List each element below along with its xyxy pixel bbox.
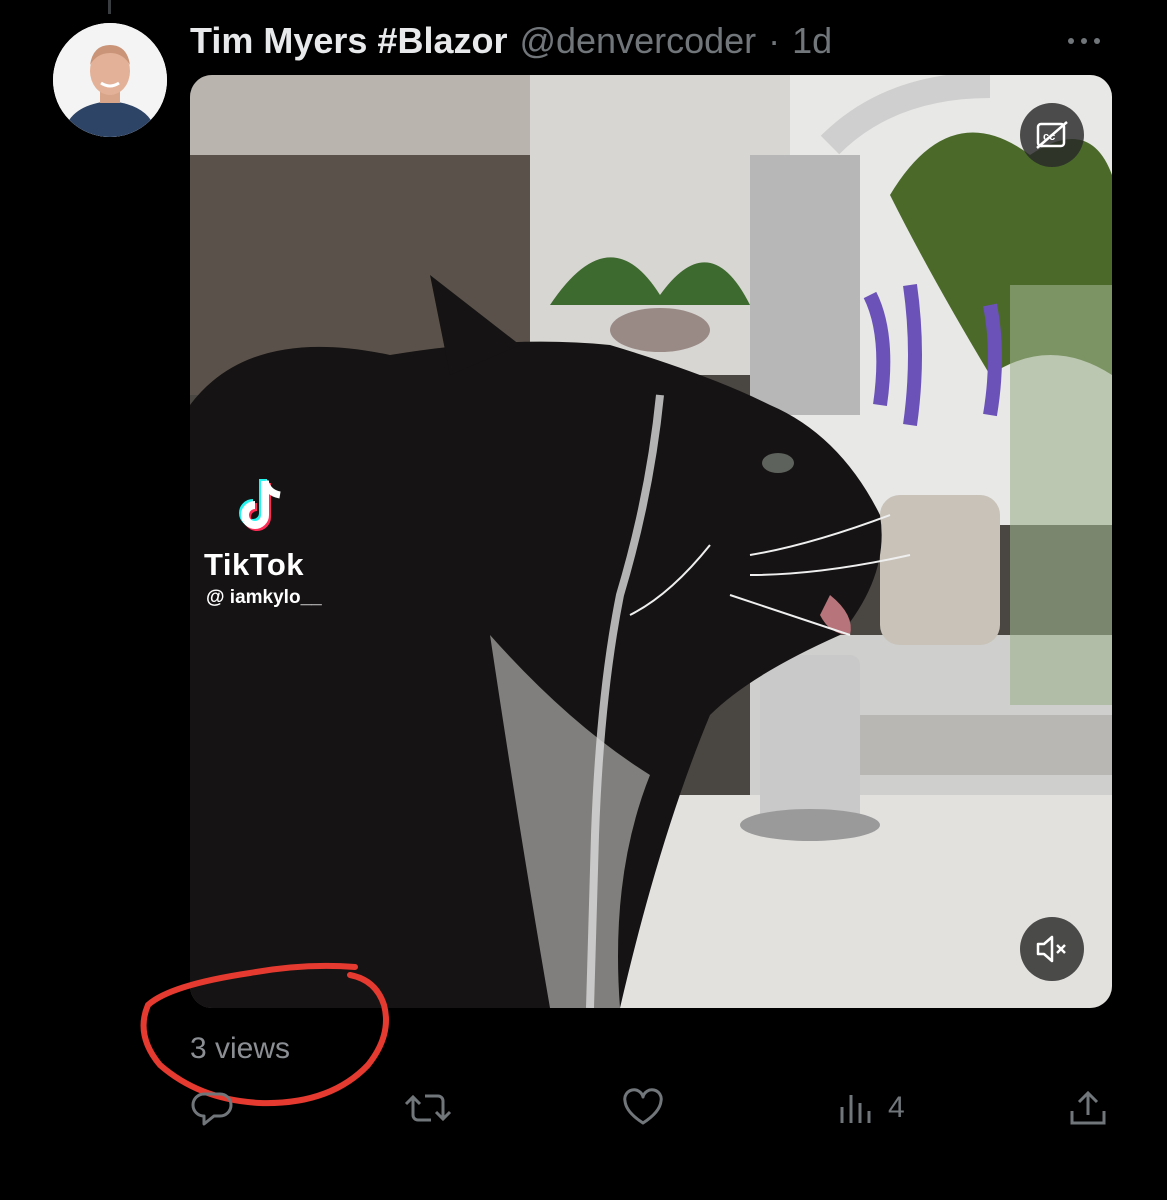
share-button[interactable] <box>1066 1085 1110 1131</box>
share-icon <box>1070 1090 1106 1125</box>
retweet-icon <box>404 1094 452 1122</box>
more-options-icon[interactable] <box>1068 38 1100 44</box>
speaker-muted-icon[interactable] <box>1020 917 1084 981</box>
like-button[interactable] <box>620 1085 666 1131</box>
retweet-button[interactable] <box>403 1085 453 1131</box>
views-count: 4 <box>888 1091 905 1124</box>
views-button[interactable]: 4 <box>836 1085 905 1131</box>
tweet-action-bar: 4 <box>0 1085 1167 1145</box>
tiktok-logo-icon <box>239 479 281 531</box>
video-player[interactable]: cc TikTok @ iamkylo__ <box>190 75 1112 1008</box>
reply-icon <box>191 1092 233 1126</box>
tiktok-brand-label: TikTok <box>204 547 305 582</box>
avatar-photo <box>53 23 167 137</box>
analytics-icon <box>840 1095 871 1123</box>
avatar[interactable] <box>53 23 167 137</box>
video-frame <box>190 75 1112 1008</box>
user-handle[interactable]: @denvercoder <box>519 20 756 62</box>
reply-button[interactable] <box>190 1085 236 1131</box>
display-name[interactable]: Tim Myers #Blazor <box>190 20 507 62</box>
thread-line <box>108 0 111 14</box>
closed-captions-off-icon[interactable]: cc <box>1020 103 1084 167</box>
separator-dot: · <box>768 20 781 61</box>
tiktok-username: @ iamkylo__ <box>206 587 322 608</box>
heart-icon <box>623 1088 663 1125</box>
tweet-header: Tim Myers #Blazor @denvercoder · 1d <box>190 16 832 66</box>
timestamp[interactable]: 1d <box>792 20 832 62</box>
